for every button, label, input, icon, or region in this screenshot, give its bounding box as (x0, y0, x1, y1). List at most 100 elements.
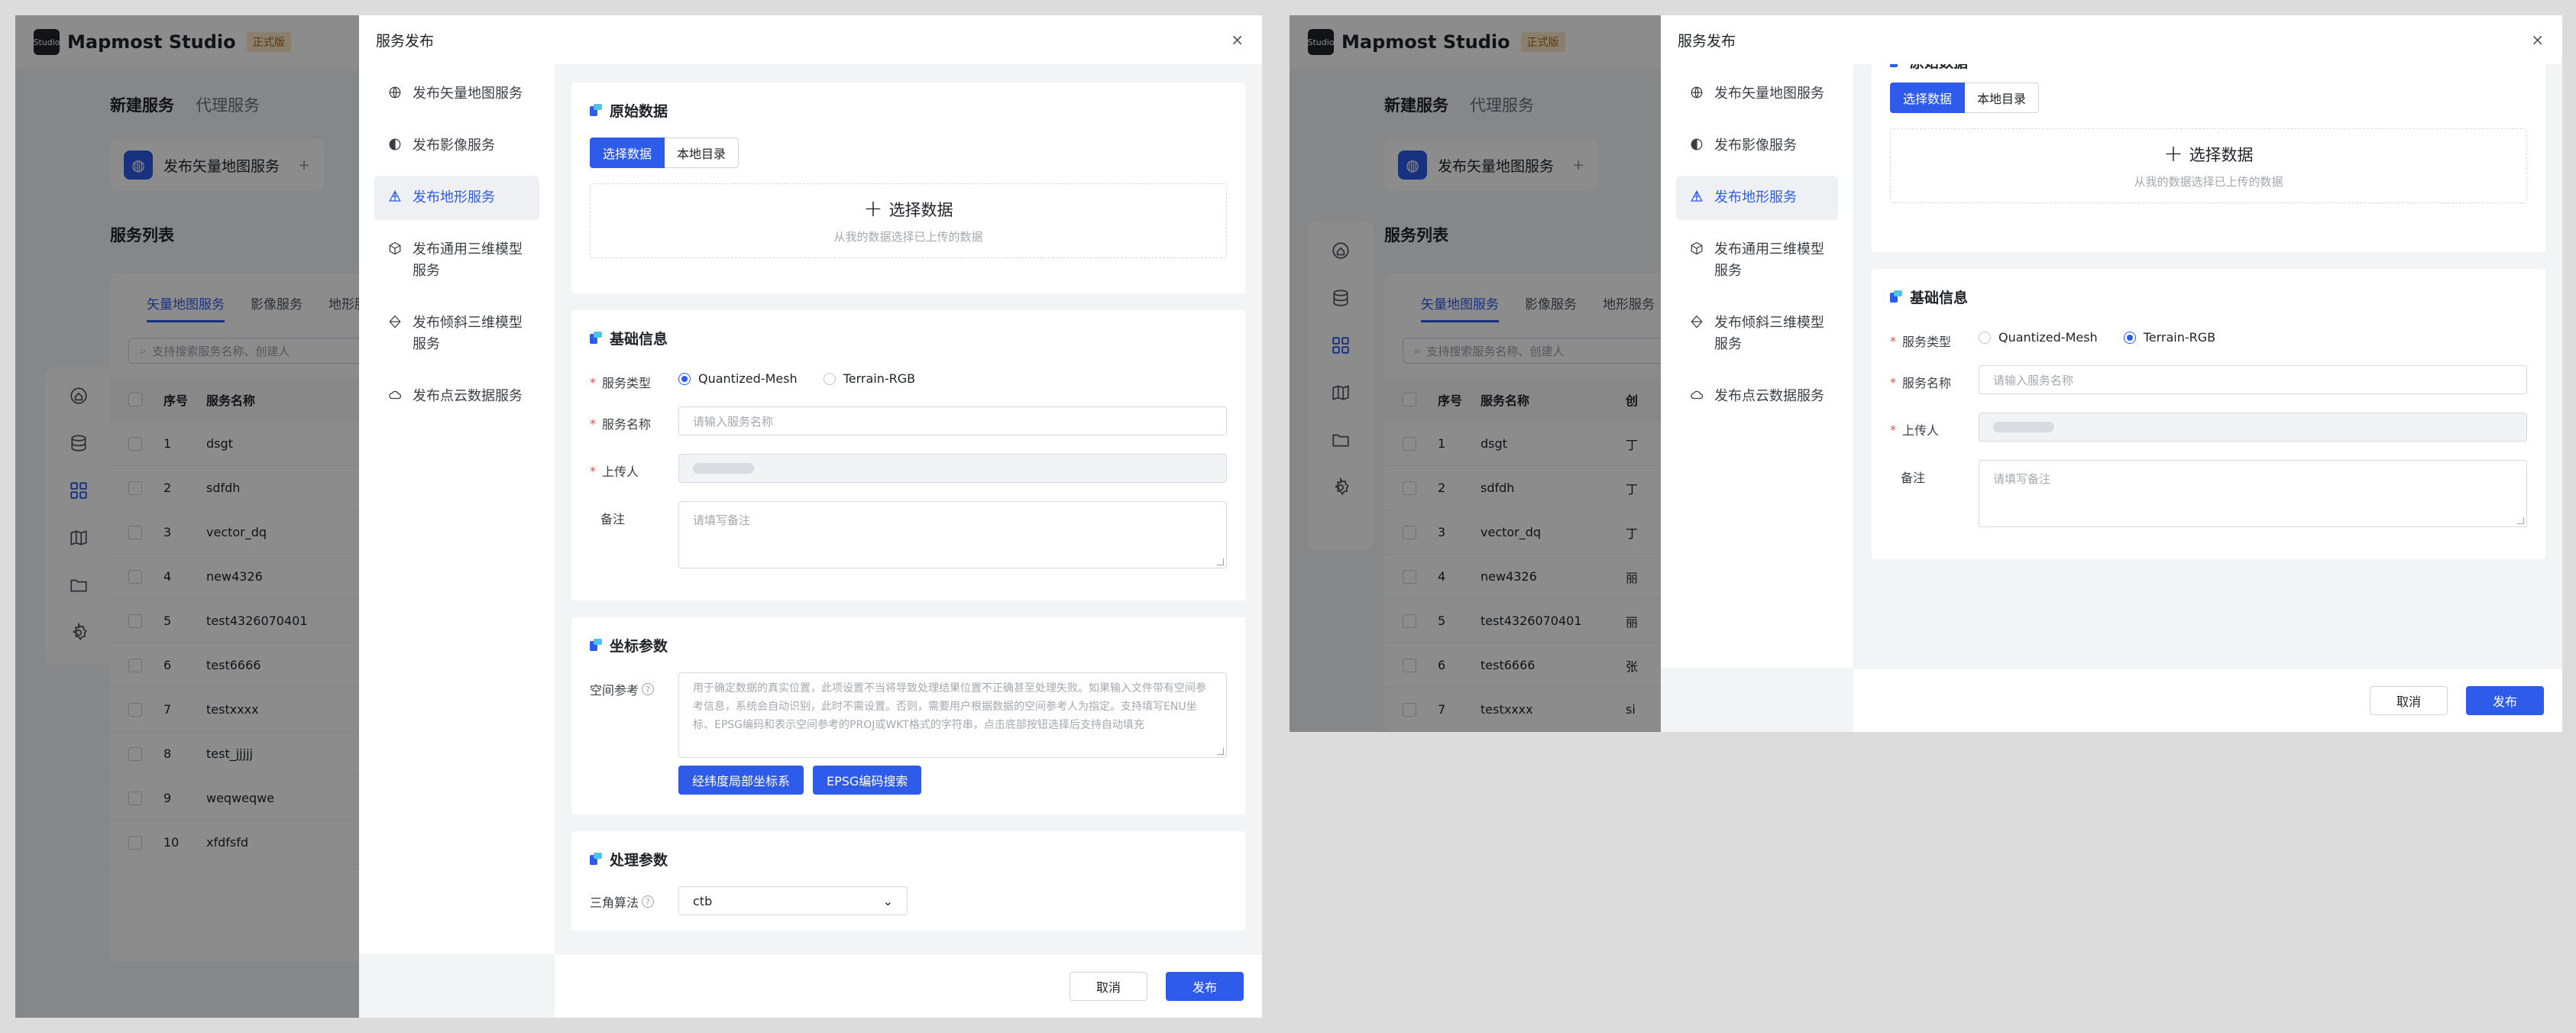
note-textarea[interactable]: 请填写备注 (1979, 460, 2527, 527)
redacted-value (1993, 422, 2054, 432)
modal-overlay[interactable] (1290, 15, 1661, 732)
menu-terrain[interactable]: 发布地形服务 (374, 176, 539, 220)
raw-data-section: 原始数据 选择数据 本地目录 + 选择数据 从我的数据选择已上传的数据 (571, 83, 1245, 293)
select-data-dropzone[interactable]: + 选择数据 从我的数据选择已上传的数据 (1890, 128, 2527, 203)
chevron-down-icon: ⌄ (882, 893, 893, 908)
service-type-radios: Quantized-Mesh Terrain-RGB (1979, 324, 2215, 345)
dropzone-hint: 从我的数据选择已上传的数据 (2134, 174, 2283, 189)
basic-info-title: 基础信息 (610, 330, 668, 348)
drawer-form: 原始数据 选择数据 本地目录 + 选择数据 从我的数据选择已上传的数据 基础信息 … (1853, 64, 2562, 668)
section-marker-icon (590, 639, 602, 651)
radio-terrain-rgb[interactable]: Terrain-RGB (2123, 330, 2215, 345)
uploader-input (1979, 413, 2527, 442)
publish-menu: 发布矢量地图服务 发布影像服务 发布地形服务 发布通用三维模型服务 发布倾斜三维… (1661, 64, 1853, 668)
publish-drawer: 服务发布 × 发布矢量地图服务 发布影像服务 发布地形服务 发布通用三维模型服务… (359, 15, 1262, 1018)
cube-icon (1688, 239, 1705, 255)
cube-icon (387, 239, 403, 255)
local-dir-tab[interactable]: 本地目录 (1965, 83, 2040, 113)
radio-quantized-mesh[interactable]: Quantized-Mesh (1979, 330, 2098, 345)
drawer-title: 服务发布 (376, 32, 435, 50)
spatial-ref-label: 空间参考 (590, 683, 639, 698)
screenshot-a: Studio Mapmost Studio 正式版 新建服务 代理服务 ◍ 发布… (15, 15, 1262, 1018)
dropzone-hint: 从我的数据选择已上传的数据 (833, 229, 983, 244)
select-data-tab[interactable]: 选择数据 (1890, 83, 1966, 113)
tilt-model-icon (1688, 312, 1705, 329)
menu-point-cloud[interactable]: 发布点云数据服务 (1676, 374, 1838, 419)
source-toggle: 选择数据 本地目录 (1890, 83, 2527, 113)
dropzone-title: 选择数据 (888, 200, 953, 219)
screenshot-b: Studio Mapmost Studio 正式版 新建服务 代理服务 ◍ 发布… (1290, 15, 2562, 732)
dropzone-title: 选择数据 (2189, 145, 2254, 164)
plus-icon: + (2163, 140, 2183, 167)
radio-quantized-mesh[interactable]: Quantized-Mesh (678, 371, 798, 386)
publish-button[interactable]: 发布 (2466, 685, 2544, 715)
process-title: 处理参数 (610, 851, 668, 869)
cancel-button[interactable]: 取消 (1070, 971, 1147, 1001)
local-dir-tab[interactable]: 本地目录 (665, 138, 739, 168)
cloud-icon (1688, 386, 1705, 402)
menu-point-cloud[interactable]: 发布点云数据服务 (374, 374, 539, 419)
menu-image[interactable]: 发布影像服务 (1676, 124, 1838, 168)
drawer-form: 原始数据 选择数据 本地目录 + 选择数据 从我的数据选择已上传的数据 基础信息 … (555, 64, 1262, 954)
select-data-dropzone[interactable]: + 选择数据 从我的数据选择已上传的数据 (590, 183, 1227, 258)
drawer-footer: 取消 发布 (555, 954, 1262, 1018)
help-icon[interactable]: ? (642, 895, 655, 908)
drawer-title: 服务发布 (1678, 32, 1736, 50)
help-icon[interactable]: ? (642, 683, 655, 695)
publish-button[interactable]: 发布 (1166, 971, 1244, 1001)
uploader-label: 上传人 (1902, 423, 1940, 438)
radio-dot (823, 372, 836, 385)
process-section: 处理参数 三角算法? ctb ⌄ (571, 831, 1245, 931)
terrain-icon (1688, 187, 1705, 203)
basic-info-title: 基础信息 (1910, 289, 1969, 306)
menu-tilt-model[interactable]: 发布倾斜三维模型服务 (1676, 301, 1838, 367)
note-textarea[interactable]: 请填写备注 (678, 501, 1227, 568)
redacted-value (693, 463, 754, 474)
section-marker-icon (590, 853, 602, 865)
basic-info-section: 基础信息 * 服务类型 Quantized-Mesh Terrain-RGB * 服… (571, 310, 1245, 601)
section-marker-icon (1890, 64, 1902, 67)
section-marker-icon (1890, 290, 1902, 303)
menu-3d-model[interactable]: 发布通用三维模型服务 (1676, 228, 1838, 293)
image-globe-icon (387, 135, 403, 151)
terrain-icon (387, 187, 403, 203)
modal-overlay[interactable] (15, 15, 359, 1018)
radio-dot (678, 372, 691, 385)
drawer-header: 服务发布 × (1661, 15, 2562, 64)
algo-label: 三角算法 (590, 895, 639, 910)
local-coord-button[interactable]: 经纬度局部坐标系 (678, 766, 804, 795)
close-icon[interactable]: × (1231, 31, 1244, 49)
radio-terrain-rgb[interactable]: Terrain-RGB (823, 371, 915, 386)
algo-select[interactable]: ctb ⌄ (678, 886, 908, 915)
cloud-icon (387, 386, 403, 402)
drawer-header: 服务发布 × (359, 15, 1262, 64)
menu-vector-map[interactable]: 发布矢量地图服务 (374, 72, 539, 116)
service-type-label: 服务类型 (602, 376, 652, 390)
note-label: 备注 (1901, 471, 1926, 485)
cancel-button[interactable]: 取消 (2370, 685, 2448, 715)
service-type-label: 服务类型 (1902, 335, 1952, 349)
service-name-input[interactable]: 请输入服务名称 (1979, 365, 2527, 394)
drawer-footer: 取消 发布 (1853, 668, 2562, 732)
raw-data-section: 原始数据 选择数据 本地目录 + 选择数据 从我的数据选择已上传的数据 (1872, 64, 2545, 252)
menu-3d-model[interactable]: 发布通用三维模型服务 (374, 228, 539, 293)
menu-terrain[interactable]: 发布地形服务 (1676, 176, 1838, 220)
radio-dot (1979, 331, 1991, 344)
epsg-search-button[interactable]: EPSG编码搜索 (813, 766, 922, 795)
service-name-label: 服务名称 (602, 417, 652, 432)
note-label: 备注 (600, 512, 626, 526)
coordinate-section: 坐标参数 空间参考? 用于确定数据的真实位置，此项设置不当将导致处理结果位置不正… (571, 617, 1245, 814)
menu-image[interactable]: 发布影像服务 (374, 124, 539, 168)
globe-icon (387, 83, 403, 99)
menu-tilt-model[interactable]: 发布倾斜三维模型服务 (374, 301, 539, 367)
publish-drawer: 服务发布 × 发布矢量地图服务 发布影像服务 发布地形服务 发布通用三维模型服务… (1661, 15, 2562, 732)
select-data-tab[interactable]: 选择数据 (590, 138, 665, 168)
spatial-ref-textarea[interactable]: 用于确定数据的真实位置，此项设置不当将导致处理结果位置不正确甚至处理失败。如果输… (678, 672, 1227, 758)
raw-data-title: 原始数据 (1910, 64, 1968, 72)
uploader-label: 上传人 (602, 465, 639, 479)
image-globe-icon (1688, 135, 1705, 151)
menu-vector-map[interactable]: 发布矢量地图服务 (1676, 72, 1838, 116)
close-icon[interactable]: × (2531, 31, 2544, 49)
service-name-input[interactable]: 请输入服务名称 (678, 406, 1227, 436)
tilt-model-icon (387, 312, 403, 329)
